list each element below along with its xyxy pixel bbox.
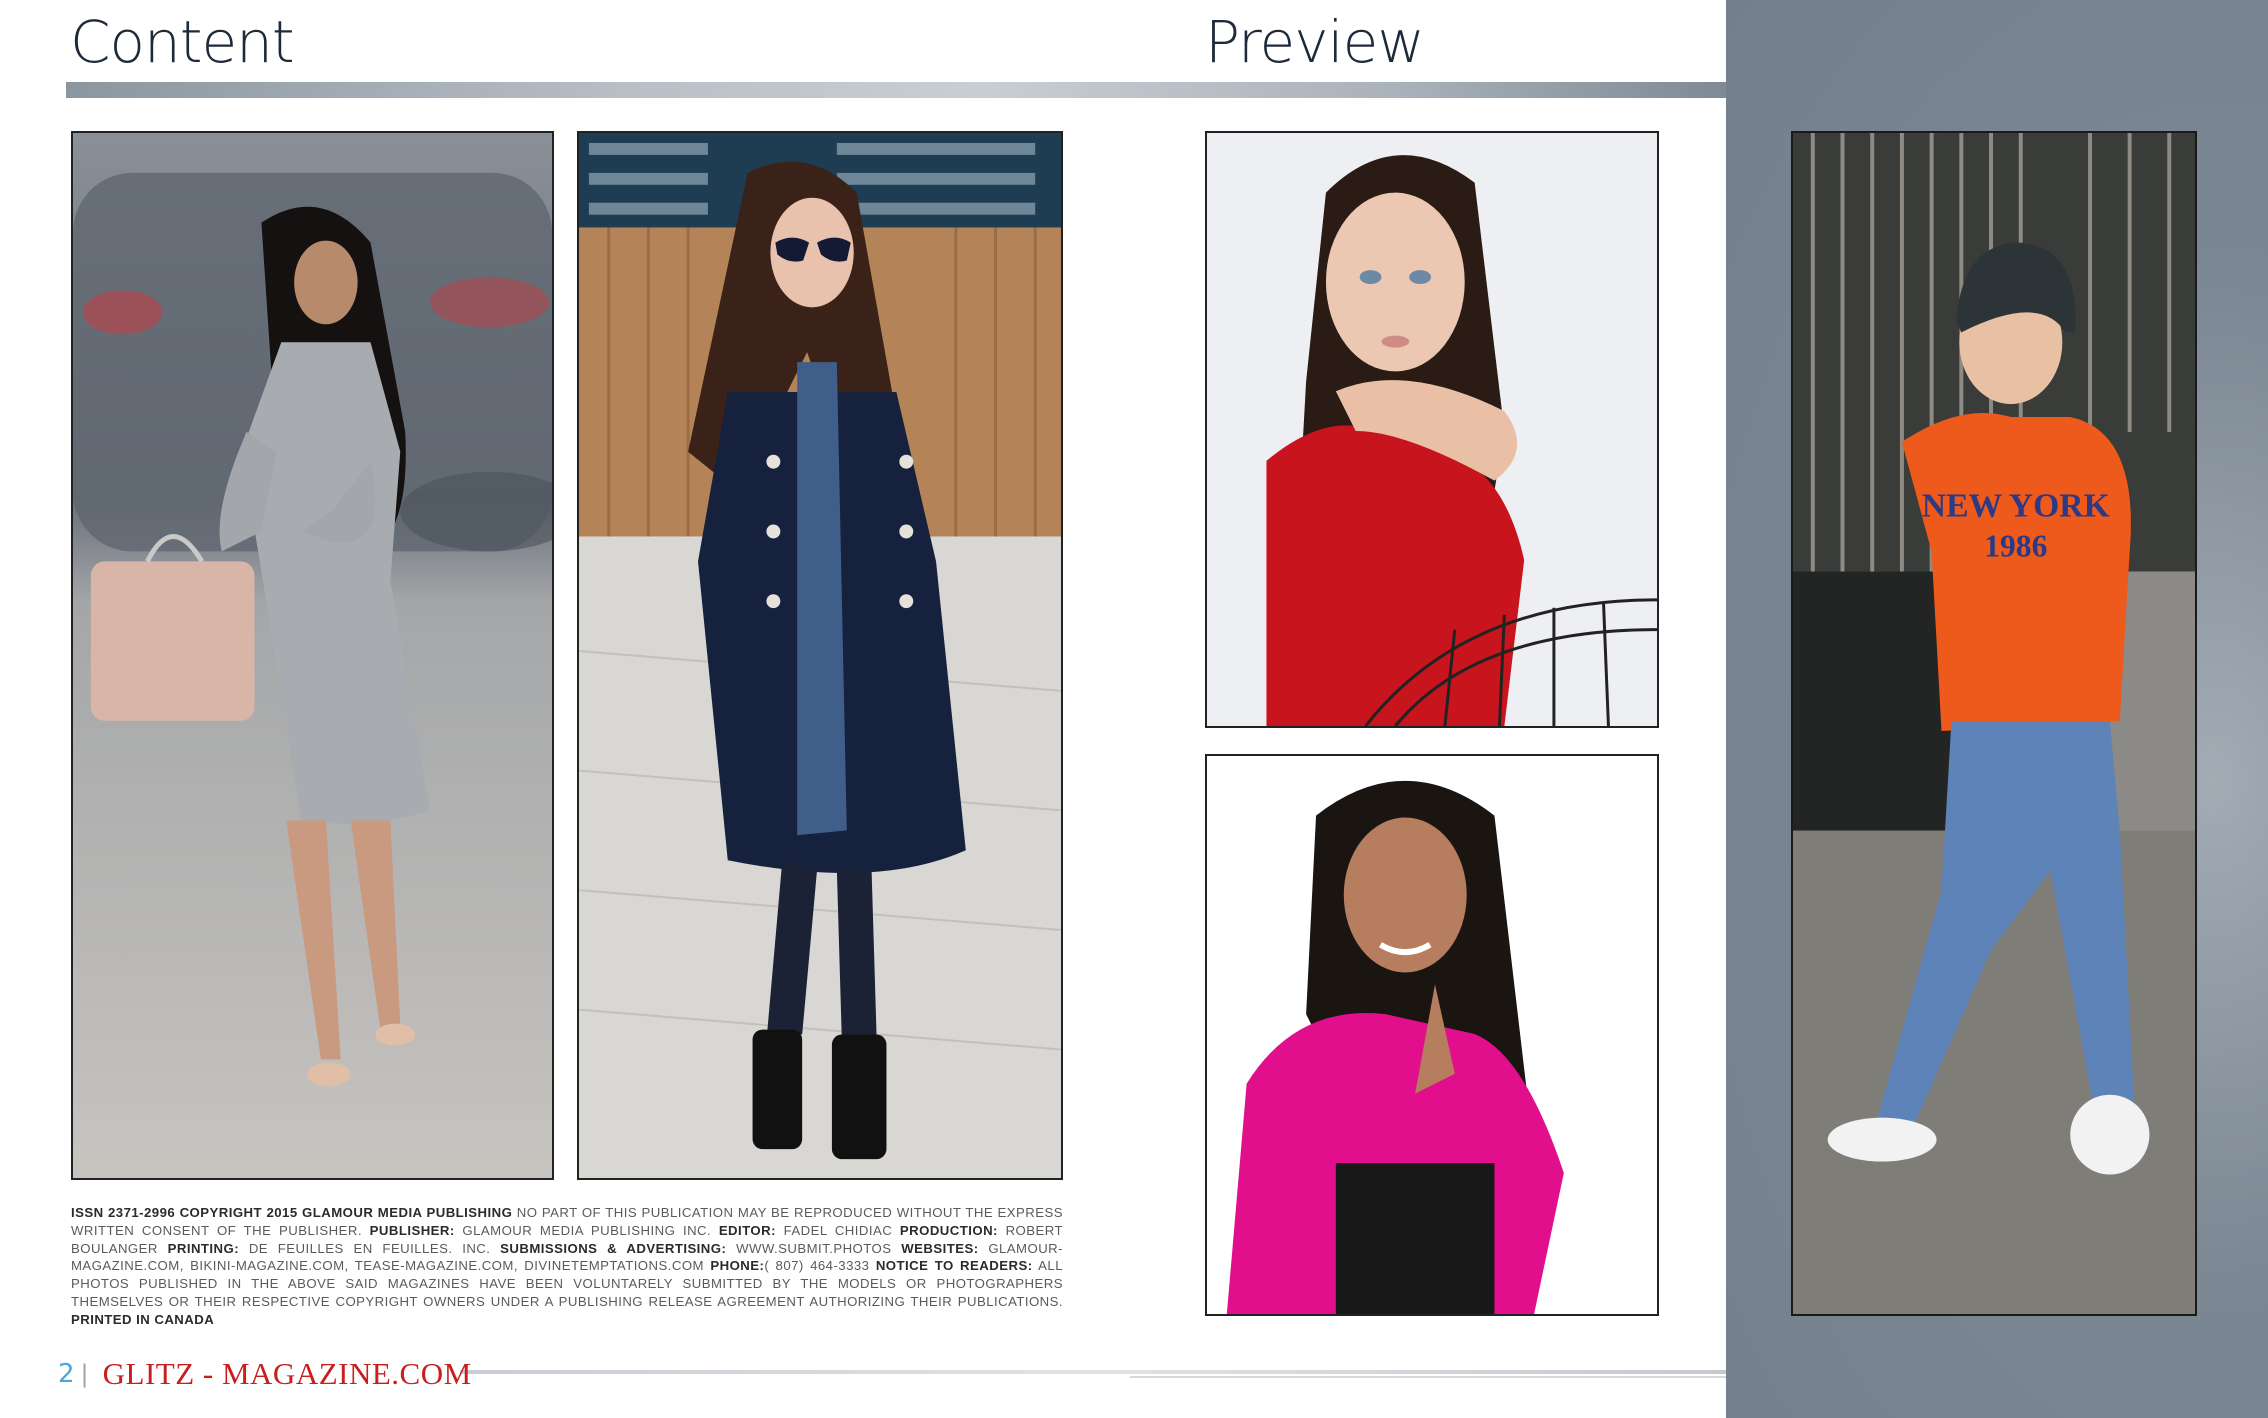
legal-publisher-label: PUBLISHER: [369, 1222, 455, 1238]
magazine-brand-link[interactable]: GLITZ - MAGAZINE.COM [103, 1356, 472, 1392]
preview-heading: Preview [1205, 8, 1425, 76]
legal-printing-label: PRINTING: [167, 1240, 240, 1256]
legal-submissions-label: SUBMISSIONS & ADVERTISING: [500, 1240, 727, 1256]
footer-separator: | [80, 1360, 89, 1388]
girl-red-dress-portrait-photo [1205, 131, 1659, 728]
legal-printed-in: PRINTED IN CANADA [71, 1311, 215, 1327]
legal-editor-value: FADEL CHIDIAC [775, 1222, 900, 1238]
page-footer: 2 | GLITZ - MAGAZINE.COM [58, 1354, 472, 1394]
girl-navy-coat-sunglasses-photo [577, 131, 1063, 1180]
footer-rule [460, 1370, 1726, 1374]
legal-notice: ISSN 2371-2996 COPYRIGHT 2015 GLAMOUR ME… [71, 1204, 1063, 1329]
legal-websites-label: WEBSITES: [901, 1240, 979, 1256]
footer-rule-secondary [1130, 1376, 1726, 1378]
legal-phone-value: ( 807) 464-3333 [764, 1258, 876, 1274]
legal-editor-label: EDITOR: [718, 1222, 776, 1238]
legal-phone-label: PHONE: [710, 1258, 765, 1274]
legal-issn: ISSN 2371-2996 COPYRIGHT 2015 GLAMOUR ME… [71, 1205, 513, 1220]
legal-production-label: PRODUCTION: [899, 1222, 998, 1238]
sweatshirt-new-york-text: NEW YORK [1922, 488, 2110, 525]
content-heading: Content [70, 8, 295, 76]
header-rule [66, 82, 1726, 98]
legal-notice-label: NOTICE TO READERS: [875, 1258, 1033, 1274]
legal-publisher-value: GLAMOUR MEDIA PUBLISHING INC. [454, 1222, 719, 1238]
woman-grey-sweater-dress-photo [71, 131, 554, 1180]
boy-orange-new-york-sweatshirt-photo: NEW YORK 1986 [1791, 131, 2197, 1316]
legal-printing-value: DE FEUILLES EN FEUILLES. INC. [239, 1240, 501, 1256]
page-number: 2 [58, 1359, 75, 1389]
legal-submissions-value: WWW.SUBMIT.PHOTOS [726, 1240, 902, 1256]
girl-pink-blouse-braids-photo [1205, 754, 1659, 1316]
sweatshirt-year-text: 1986 [1984, 528, 2047, 563]
